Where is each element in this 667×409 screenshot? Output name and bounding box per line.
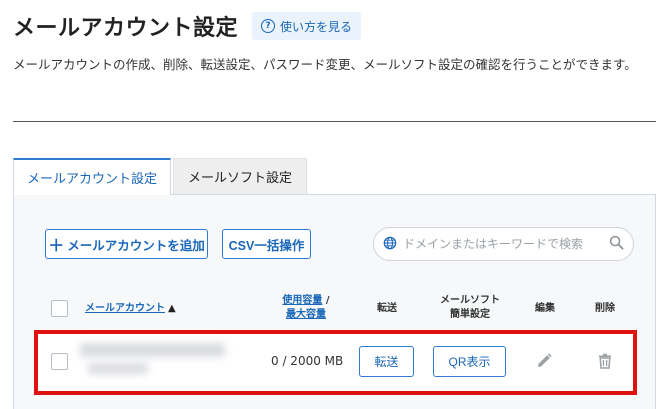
help-link[interactable]: ? 使い方を見る — [252, 12, 362, 40]
search-box — [373, 227, 634, 261]
column-header-edit: 編集 — [535, 303, 555, 314]
column-header-usage[interactable]: 使用容量 / 最大容量 — [280, 294, 332, 322]
trash-icon[interactable] — [594, 350, 616, 372]
add-account-button[interactable]: ＋ メールアカウントを追加 — [45, 229, 208, 259]
column-header-max-label: 最大容量 — [286, 309, 326, 320]
divider — [13, 121, 656, 122]
globe-icon — [383, 235, 397, 254]
qr-display-button[interactable]: QR表示 — [433, 346, 506, 377]
row-checkbox[interactable] — [51, 353, 68, 370]
add-account-label: メールアカウントを追加 — [67, 238, 205, 253]
help-label: 使い方を見る — [280, 19, 353, 34]
tab-mail-account-settings[interactable]: メールアカウント設定 — [13, 158, 171, 195]
column-header-forward: 転送 — [377, 303, 397, 314]
usage-value: 0 / 2000 MB — [271, 354, 344, 368]
forward-button[interactable]: 転送 — [359, 346, 414, 377]
column-header-account-label: メールアカウント — [85, 303, 165, 314]
search-input[interactable] — [403, 237, 609, 251]
tab-bar: メールアカウント設定 メールソフト設定 — [13, 158, 307, 195]
redacted-account-domain — [88, 363, 148, 374]
column-header-mail-software: メールソフト 簡単設定 — [430, 294, 510, 322]
search-icon[interactable] — [609, 235, 624, 254]
column-header-account[interactable]: メールアカウント ▲ — [85, 302, 176, 316]
tab-mail-software-settings[interactable]: メールソフト設定 — [173, 158, 307, 194]
redacted-account-name — [80, 343, 225, 357]
select-all-checkbox[interactable] — [51, 300, 68, 317]
sort-asc-icon: ▲ — [168, 303, 176, 314]
pencil-icon[interactable] — [533, 350, 555, 372]
question-icon: ? — [261, 19, 276, 33]
column-header-delete: 削除 — [595, 303, 615, 314]
column-header-easy-setup-label: 簡単設定 — [450, 309, 490, 320]
column-header-usage-separator: / — [322, 295, 330, 306]
plus-icon: ＋ — [48, 238, 65, 255]
page-description: メールアカウントの作成、削除、転送設定、パスワード変更、メールソフト設定の確認を… — [13, 57, 637, 72]
csv-bulk-button[interactable]: CSV一括操作 — [222, 229, 311, 259]
page-header: メールアカウント設定 ? 使い方を見る — [13, 10, 362, 42]
column-header-soft-label: メールソフト — [440, 295, 500, 306]
page-title: メールアカウント設定 — [13, 16, 239, 41]
column-header-usage-label: 使用容量 — [282, 295, 323, 306]
